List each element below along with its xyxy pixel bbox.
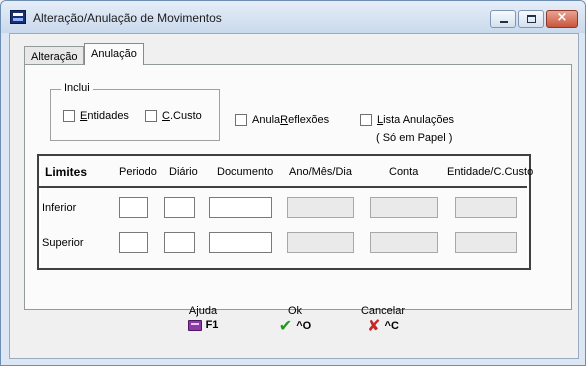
maximize-button[interactable] bbox=[518, 10, 544, 28]
inclui-groupbox: Inclui Entidades C .Custo bbox=[50, 82, 220, 141]
close-icon: × bbox=[556, 10, 568, 25]
cancel-label: Cancelar bbox=[360, 305, 406, 317]
header-ano-mes-dia: Ano/Mês/Dia bbox=[289, 166, 352, 178]
ok-button[interactable]: Ok ✔ ^O bbox=[272, 305, 318, 335]
inferior-entidade-input bbox=[455, 197, 517, 218]
superior-periodo-input[interactable] bbox=[119, 232, 148, 253]
header-documento: Documento bbox=[217, 166, 274, 178]
check-icon: ✔ bbox=[278, 316, 293, 335]
anula-reflexoes-checkbox[interactable]: Anula Reflexões bbox=[235, 114, 329, 126]
lista-label-rest: ista Anulações bbox=[383, 114, 455, 126]
close-button[interactable]: × bbox=[546, 10, 578, 28]
lista-note: ( Só em Papel ) bbox=[376, 132, 453, 144]
minimize-button[interactable] bbox=[490, 10, 516, 28]
entidades-label-rest: ntidades bbox=[87, 110, 129, 122]
cancel-shortcut: ^C bbox=[384, 320, 399, 332]
limits-header-divider bbox=[39, 186, 527, 188]
dialog-window: Alteração/Anulação de Movimentos × Alter… bbox=[0, 0, 586, 366]
superior-diario-input[interactable] bbox=[164, 232, 195, 253]
minimize-icon bbox=[500, 21, 508, 23]
row-label-inferior: Inferior bbox=[42, 202, 77, 214]
superior-entidade-input bbox=[455, 232, 517, 253]
book-icon bbox=[187, 319, 202, 331]
ccusto-checkbox-box[interactable] bbox=[145, 110, 157, 122]
lista-anulacoes-checkbox[interactable]: Lista Anulações bbox=[360, 114, 454, 126]
anula-label-mnemonic: R bbox=[280, 114, 289, 126]
inferior-diario-input[interactable] bbox=[164, 197, 195, 218]
header-conta: Conta bbox=[389, 166, 419, 178]
anula-label-rest: eflexões bbox=[288, 114, 330, 126]
tab-alteracao[interactable]: Alteração bbox=[24, 46, 85, 64]
superior-conta-input bbox=[370, 232, 438, 253]
row-label-superior: Superior bbox=[42, 237, 84, 249]
lista-anulacoes-checkbox-box[interactable] bbox=[360, 114, 372, 126]
tab-anulacao[interactable]: Anulação bbox=[84, 43, 144, 65]
help-shortcut: F1 bbox=[205, 319, 219, 331]
dialog-client-area: Alteração Anulação Inclui Entidades C .Cu… bbox=[9, 33, 579, 359]
superior-ano-mes-dia-input bbox=[287, 232, 354, 253]
entidades-checkbox[interactable]: Entidades bbox=[63, 110, 129, 122]
header-entidade-ccusto: Entidade/C.Custo bbox=[447, 166, 534, 178]
superior-documento-input[interactable] bbox=[209, 232, 272, 253]
inferior-conta-input bbox=[370, 197, 438, 218]
ccusto-checkbox[interactable]: C .Custo bbox=[145, 110, 202, 122]
header-periodo: Periodo bbox=[119, 166, 157, 178]
help-button[interactable]: Ajuda F1 bbox=[180, 305, 226, 331]
limits-frame: Limites Periodo Diário Documento Ano/Mês… bbox=[37, 154, 534, 270]
cancel-button[interactable]: Cancelar ✘ ^C bbox=[355, 305, 411, 335]
limits-title: Limites bbox=[45, 165, 88, 179]
help-label: Ajuda bbox=[188, 305, 218, 317]
inferior-periodo-input[interactable] bbox=[119, 197, 148, 218]
window-title: Alteração/Anulação de Movimentos bbox=[33, 11, 222, 25]
inferior-documento-input[interactable] bbox=[209, 197, 272, 218]
ccusto-label-rest: .Custo bbox=[169, 110, 202, 122]
inferior-ano-mes-dia-input bbox=[287, 197, 354, 218]
anula-reflexoes-checkbox-box[interactable] bbox=[235, 114, 247, 126]
anula-label-pre: Anula bbox=[252, 114, 281, 126]
ccusto-label-mnemonic: C bbox=[162, 110, 170, 122]
maximize-icon bbox=[527, 15, 536, 23]
entidades-label-mnemonic: E bbox=[80, 110, 88, 122]
entidades-checkbox-box[interactable] bbox=[63, 110, 75, 122]
app-icon bbox=[10, 10, 26, 24]
header-diario: Diário bbox=[169, 166, 198, 178]
title-bar[interactable]: Alteração/Anulação de Movimentos × bbox=[1, 1, 585, 33]
x-icon: ✘ bbox=[367, 316, 381, 335]
inclui-label: Inclui bbox=[61, 82, 93, 94]
ok-shortcut: ^O bbox=[296, 320, 312, 332]
